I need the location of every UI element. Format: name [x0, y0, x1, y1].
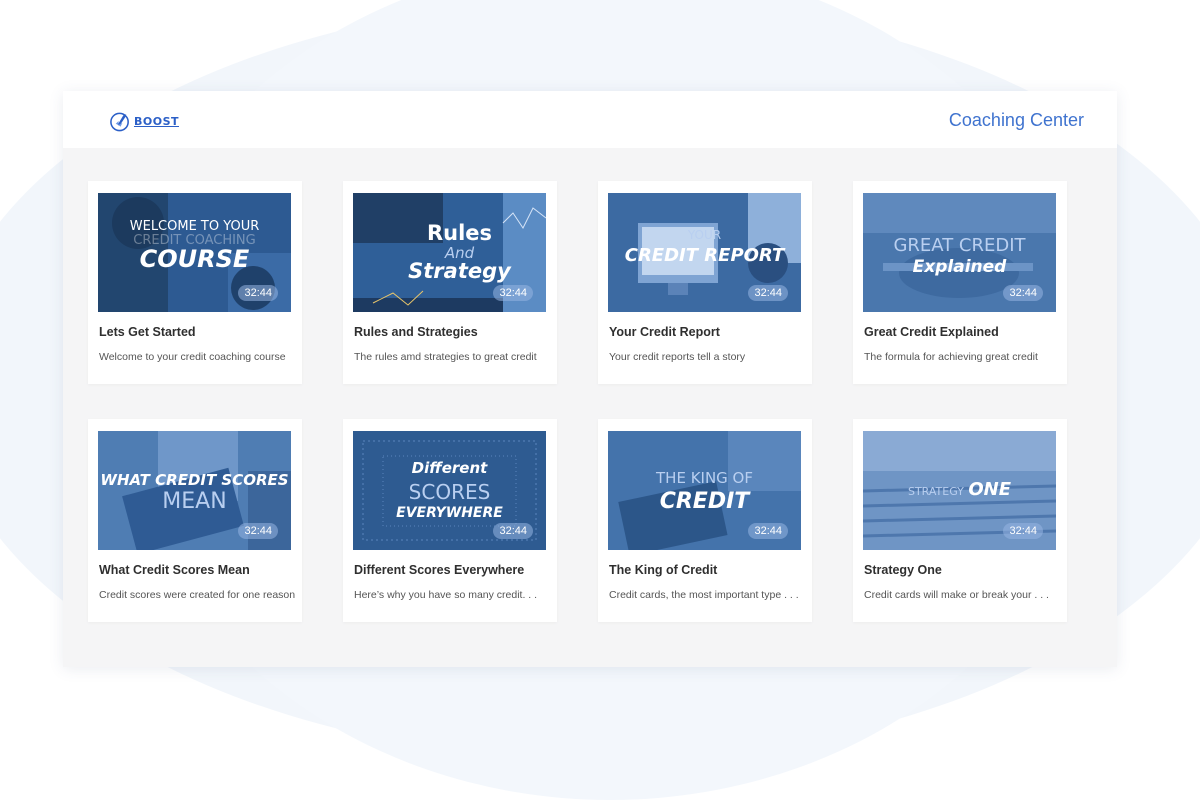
course-title[interactable]: The King of Credit — [609, 563, 717, 577]
course-card[interactable]: THE KING OF CREDIT 32:44 The King of Cre… — [598, 419, 812, 622]
thumbnail-line-1: THE KING OF — [656, 469, 753, 487]
thumbnail-line-2: CREDIT REPORT — [624, 245, 785, 266]
course-title[interactable]: Different Scores Everywhere — [354, 563, 524, 577]
course-thumbnail[interactable]: THE KING OF CREDIT 32:44 — [608, 431, 801, 550]
thumbnail-line-3: COURSE — [139, 245, 250, 273]
course-description: Your credit reports tell a story — [609, 351, 746, 363]
duration-badge: 32:44 — [238, 285, 278, 301]
thumbnail-line-1: Different — [411, 459, 488, 477]
thumbnail-line-1: YOUR — [687, 228, 722, 242]
course-card[interactable]: Different SCORES EVERYWHERE 32:44 Differ… — [343, 419, 557, 622]
thumbnail-line-1: STRATEGY — [907, 485, 964, 498]
course-thumbnail[interactable]: WHAT CREDIT SCORES MEAN 32:44 — [98, 431, 291, 550]
thumbnail-line-1: WELCOME TO YOUR — [129, 219, 260, 234]
course-description: Credit cards, the most important type . … — [609, 589, 799, 601]
header-bar: BOOST Coaching Center — [63, 91, 1117, 148]
coaching-center-window: BOOST Coaching Center WELCOME TO YOUR CR… — [63, 91, 1117, 667]
course-thumbnail[interactable]: STRATEGY ONE 32:44 — [863, 431, 1056, 550]
course-title[interactable]: What Credit Scores Mean — [99, 563, 250, 577]
course-thumbnail[interactable]: Rules And Strategy 32:44 — [353, 193, 546, 312]
thumbnail-line-2: MEAN — [162, 489, 227, 514]
course-title[interactable]: Great Credit Explained — [864, 325, 999, 339]
course-title[interactable]: Strategy One — [864, 563, 942, 577]
duration-badge: 32:44 — [1003, 285, 1043, 301]
course-description: Credit scores were created for one reaso… — [99, 589, 296, 601]
thumbnail-line-1: GREAT CREDIT — [893, 235, 1026, 256]
duration-badge: 32:44 — [748, 523, 788, 539]
logo-text: BOOST — [133, 114, 179, 128]
thumbnail-line-2: SCORES — [408, 480, 491, 504]
duration-badge: 32:44 — [1003, 523, 1043, 539]
course-card[interactable]: GREAT CREDIT Explained 32:44 Great Credi… — [853, 181, 1067, 384]
course-description: Credit cards will make or break your . .… — [864, 589, 1049, 601]
course-description: The rules amd strategies to great credit — [354, 351, 537, 363]
course-thumbnail[interactable]: WELCOME TO YOUR CREDIT COACHING COURSE 3… — [98, 193, 291, 312]
course-title[interactable]: Rules and Strategies — [354, 325, 478, 339]
course-thumbnail[interactable]: Different SCORES EVERYWHERE 32:44 — [353, 431, 546, 550]
course-thumbnail[interactable]: YOUR CREDIT REPORT 32:44 — [608, 193, 801, 312]
page-title: Coaching Center — [948, 110, 1084, 130]
thumbnail-line-2: Explained — [912, 257, 1007, 277]
course-card[interactable]: STRATEGY ONE 32:44 Strategy One Credit c… — [853, 419, 1067, 622]
course-card[interactable]: YOUR CREDIT REPORT 32:44 Your Credit Rep… — [598, 181, 812, 384]
duration-badge: 32:44 — [238, 523, 278, 539]
duration-badge: 32:44 — [493, 285, 533, 301]
thumbnail-line-2: CREDIT — [659, 489, 750, 514]
thumbnail-line-1: WHAT CREDIT SCORES — [100, 471, 289, 489]
course-title[interactable]: Your Credit Report — [609, 325, 720, 339]
boost-logo[interactable]: BOOST — [109, 108, 179, 134]
course-description: Here’s why you have so many credit. . . — [354, 589, 538, 601]
course-title[interactable]: Lets Get Started — [99, 325, 196, 339]
course-thumbnail[interactable]: GREAT CREDIT Explained 32:44 — [863, 193, 1056, 312]
thumbnail-line-3: Strategy — [408, 259, 511, 283]
thumbnail-line-3: EVERYWHERE — [396, 505, 503, 521]
course-card[interactable]: WHAT CREDIT SCORES MEAN 32:44 What Credi… — [88, 419, 302, 622]
rocket-icon — [110, 112, 129, 132]
course-card[interactable]: Rules And Strategy 32:44 Rules and Strat… — [343, 181, 557, 384]
thumbnail-line-1: Rules — [426, 221, 493, 245]
duration-badge: 32:44 — [493, 523, 533, 539]
duration-badge: 32:44 — [748, 285, 788, 301]
course-grid: WELCOME TO YOUR CREDIT COACHING COURSE 3… — [88, 181, 1093, 626]
thumbnail-line-2: ONE — [968, 479, 1012, 500]
course-description: Welcome to your credit coaching course — [99, 351, 286, 363]
course-description: The formula for achieving great credit — [864, 351, 1038, 363]
course-card[interactable]: WELCOME TO YOUR CREDIT COACHING COURSE 3… — [88, 181, 302, 384]
